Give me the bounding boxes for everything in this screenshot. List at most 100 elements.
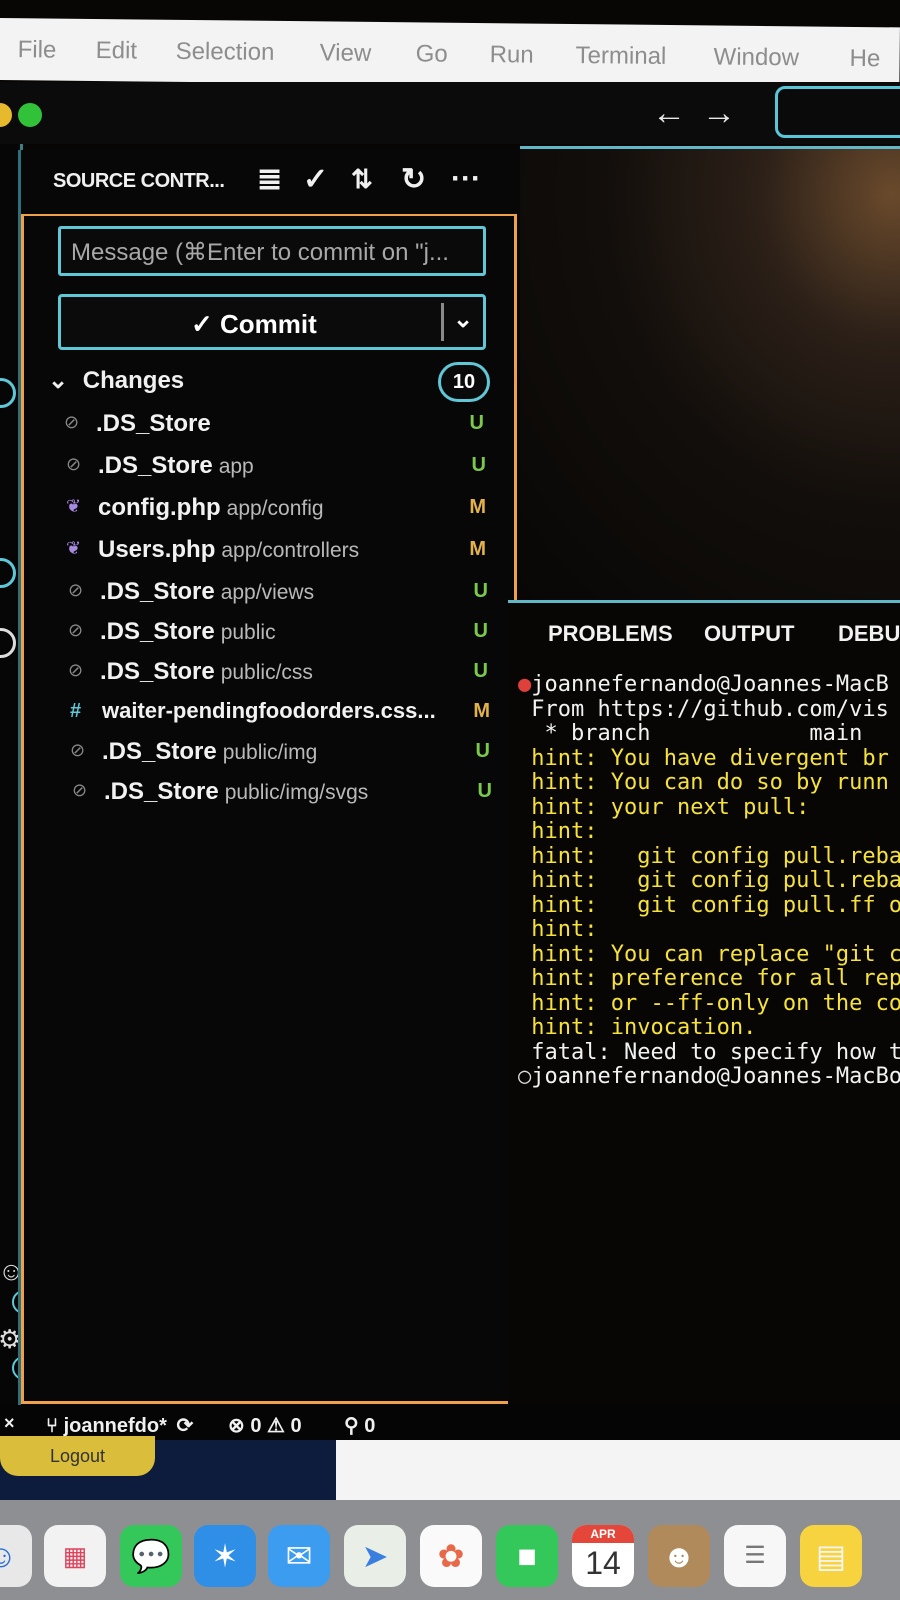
terminal-line-text: hint: your next pull:	[531, 794, 810, 820]
terminal-line: hint:	[518, 819, 900, 845]
commit-button[interactable]: ✓ Commit ⌄	[58, 294, 486, 350]
facetime-dock-icon[interactable]: ■	[496, 1525, 558, 1587]
terminal-line-text: hint:	[531, 819, 598, 844]
messages-dock-icon[interactable]: 💬	[120, 1525, 182, 1587]
terminal-output[interactable]: ●joannefernando@Joannes-MacB From https:…	[518, 673, 900, 1090]
terminal-line-text: joannefernando@Joannes-MacB	[531, 673, 889, 697]
tab-problems[interactable]: PROBLEMS	[548, 621, 673, 647]
command-center-search[interactable]	[775, 86, 900, 138]
file-status: M	[473, 700, 490, 722]
view-as-tree-icon[interactable]: ≣	[257, 162, 282, 197]
hidden-file-icon: ⊘	[66, 454, 82, 474]
tab-debug-console[interactable]: DEBU	[838, 621, 900, 647]
source-control-sidebar: SOURCE CONTR... ≣ ✓ ⇅ ↻ ··· Message (⌘En…	[18, 150, 524, 1410]
list-item[interactable]: ⊘ .DS_Store public/css U	[68, 654, 488, 694]
list-item[interactable]: ⊘ .DS_Store app/views U	[68, 574, 488, 614]
commit-check-icon[interactable]: ✓	[303, 162, 328, 197]
branch-status[interactable]: ⑂ joannefdo* ⟳	[46, 1413, 193, 1438]
terminal-line-text: fatal: Need to specify how t	[531, 1039, 900, 1065]
terminal-line-text: hint: preference for all rep	[531, 966, 900, 991]
menu-edit[interactable]: Edit	[96, 37, 138, 65]
contacts-dock-icon[interactable]: ☻	[648, 1525, 710, 1587]
menu-go[interactable]: Go	[415, 40, 448, 68]
notes-dock-icon[interactable]: ▤	[800, 1525, 862, 1587]
terminal-line: hint: or --ff-only on the co	[518, 990, 900, 1017]
terminal-line: ○joannefernando@Joannes-MacBo	[518, 1064, 900, 1090]
arrow-right-icon[interactable]: →	[702, 94, 736, 133]
list-item[interactable]: ❦ Users.php app/controllers M	[66, 532, 486, 572]
refresh-icon[interactable]: ↻	[401, 162, 426, 197]
mail-dock-icon[interactable]: ✉	[268, 1525, 330, 1587]
file-path: app/views	[220, 581, 315, 604]
php-icon: ❦	[66, 538, 82, 558]
terminal-line-text: hint: git config pull.ff o	[531, 892, 900, 918]
terminal-line: hint: preference for all rep	[518, 966, 900, 992]
changes-label: Changes	[82, 367, 185, 394]
menu-run[interactable]: Run	[489, 41, 534, 69]
chevron-down-icon[interactable]: ⌄	[453, 305, 473, 334]
terminal-line: hint: You can do so by runn	[518, 770, 900, 796]
hidden-file-icon: ⊘	[70, 740, 86, 760]
source-control-title: SOURCE CONTR...	[53, 170, 225, 192]
minimize-light[interactable]	[0, 103, 12, 127]
list-item[interactable]: # waiter-pendingfoodorders.css... M	[70, 694, 490, 734]
ports-status[interactable]: ⚲ 0	[344, 1413, 375, 1438]
branch-icon: ⑂	[46, 1415, 58, 1437]
list-item[interactable]: ⊘ .DS_Store U	[64, 406, 484, 446]
terminal-line: hint: You can replace "git c	[518, 942, 900, 968]
hidden-file-icon: ⊘	[68, 660, 84, 680]
terminal-line: * branch main	[518, 721, 900, 747]
menu-selection[interactable]: Selection	[176, 38, 275, 67]
file-path: app/config	[226, 497, 324, 520]
create-pull-request-icon[interactable]: ⇅	[351, 164, 373, 195]
maps-dock-icon[interactable]: ➤	[344, 1525, 406, 1587]
warning-count: 0	[290, 1415, 302, 1437]
more-actions-icon[interactable]: ···	[451, 162, 481, 196]
tab-output[interactable]: OUTPUT	[704, 621, 794, 647]
extensions-activity-icon[interactable]	[0, 628, 16, 658]
zoom-light[interactable]	[18, 103, 42, 127]
terminal-line-text: hint: or --ff-only on the co	[531, 990, 900, 1016]
arrow-left-icon[interactable]: ←	[652, 94, 686, 133]
file-name: waiter-pendingfoodorders.css...	[102, 698, 436, 723]
photos-dock-icon[interactable]: ✿	[420, 1525, 482, 1587]
menu-window[interactable]: Window	[713, 43, 799, 72]
file-status: M	[469, 538, 486, 560]
finder-dock-icon[interactable]: ☺	[0, 1525, 32, 1587]
editor-area[interactable]	[520, 146, 900, 601]
changes-count-badge: 10	[438, 362, 490, 402]
file-status: U	[477, 780, 492, 802]
terminal-line-text: hint: invocation.	[531, 1015, 757, 1040]
menu-terminal[interactable]: Terminal	[575, 42, 666, 71]
file-status: U	[475, 740, 490, 762]
terminal-line: fatal: Need to specify how t	[518, 1039, 900, 1066]
calendar-dock-icon[interactable]: APR 14	[572, 1525, 634, 1587]
explorer-activity-icon[interactable]	[0, 378, 16, 408]
remote-close-icon[interactable]: ×	[4, 1413, 15, 1434]
list-item[interactable]: ⊘ .DS_Store public/img/svgs U	[72, 774, 492, 814]
menu-file[interactable]: File	[18, 36, 57, 64]
terminal-line-text: From https://github.com/vis	[531, 696, 889, 722]
menu-view[interactable]: View	[320, 39, 372, 68]
php-icon: ❦	[66, 496, 82, 516]
list-item[interactable]: ⊘ .DS_Store public/img U	[70, 734, 490, 774]
terminal-line-text: hint:	[531, 917, 598, 942]
logout-button[interactable]: Logout	[0, 1436, 155, 1476]
changes-group-header[interactable]: ⌄ Changes	[48, 366, 184, 395]
scm-panel: Message (⌘Enter to commit on "j... ✓ Com…	[21, 214, 517, 1404]
reminders-dock-icon[interactable]: ☰	[724, 1525, 786, 1587]
launchpad-dock-icon[interactable]: ▦	[44, 1525, 106, 1587]
search-activity-icon[interactable]	[0, 558, 16, 588]
commit-label: ✓ Commit	[191, 309, 317, 339]
commit-message-input[interactable]: Message (⌘Enter to commit on "j...	[58, 226, 486, 276]
background-window	[336, 1440, 900, 1506]
menu-help[interactable]: He	[849, 45, 880, 73]
list-item[interactable]: ❦ config.php app/config M	[66, 490, 486, 530]
safari-dock-icon[interactable]: ✶	[194, 1525, 256, 1587]
problems-status[interactable]: ⊗ 0 ⚠ 0	[228, 1413, 302, 1438]
list-item[interactable]: ⊘ .DS_Store app U	[66, 448, 486, 488]
file-status: M	[469, 496, 486, 518]
terminal-line: hint: You have divergent br	[518, 746, 900, 772]
terminal-line: hint: git config pull.reba	[518, 844, 900, 870]
list-item[interactable]: ⊘ .DS_Store public U	[68, 614, 488, 654]
